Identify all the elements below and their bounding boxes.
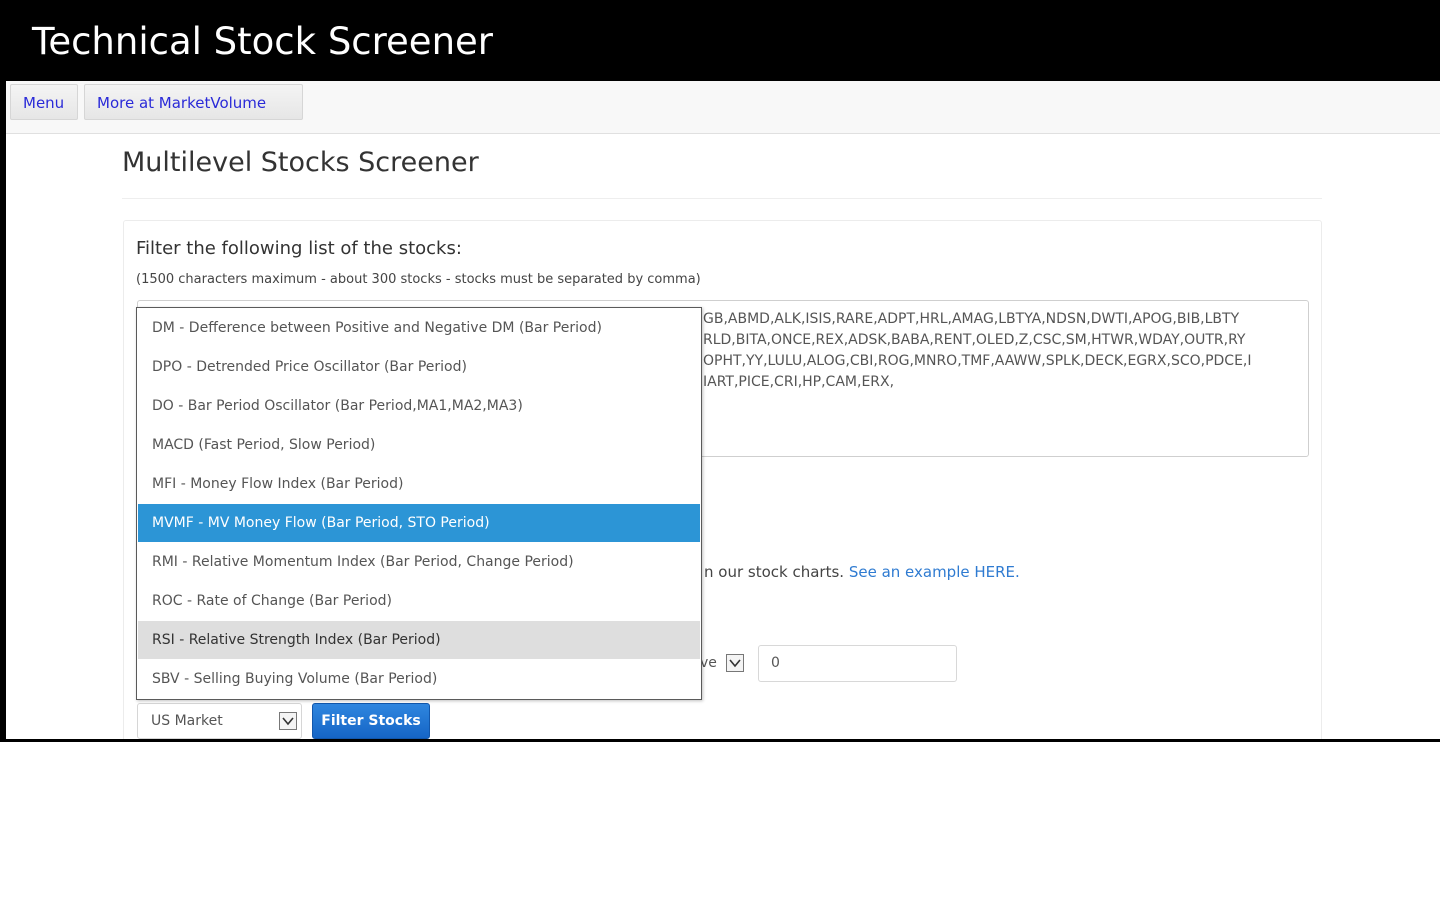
condition-select[interactable]: ve: [700, 646, 746, 682]
chevron-down-icon: [279, 712, 297, 730]
filter-list-label: Filter the following list of the stocks:: [136, 238, 462, 259]
indicator-dropdown-list: DM - Defference between Positive and Neg…: [136, 307, 702, 700]
dropdown-option[interactable]: RMI - Relative Momentum Index (Bar Perio…: [138, 543, 700, 581]
market-select[interactable]: US Market: [137, 703, 302, 739]
chevron-down-icon: [726, 654, 744, 672]
top-navbar: Menu More at MarketVolume: [6, 81, 1440, 134]
dropdown-option[interactable]: MFI - Money Flow Index (Bar Period): [138, 465, 700, 503]
charts-info-label: n our stock charts.: [704, 563, 845, 581]
heading-divider: [122, 198, 1322, 199]
browser-frame: Menu More at MarketVolume Multilevel Sto…: [0, 81, 1440, 742]
dropdown-option[interactable]: RSI - Relative Strength Index (Bar Perio…: [138, 621, 700, 659]
dropdown-option[interactable]: DO - Bar Period Oscillator (Bar Period,M…: [138, 387, 700, 425]
dropdown-option[interactable]: DPO - Detrended Price Oscillator (Bar Pe…: [138, 348, 700, 386]
dropdown-option[interactable]: MVMF - MV Money Flow (Bar Period, STO Pe…: [138, 504, 700, 542]
condition-value-input[interactable]: 0: [758, 645, 957, 682]
example-link[interactable]: See an example HERE.: [849, 563, 1020, 581]
charts-info-text: n our stock charts. See an example HERE.: [704, 563, 1020, 581]
condition-select-text: ve: [700, 655, 717, 671]
filter-stocks-button[interactable]: Filter Stocks: [312, 703, 430, 739]
dropdown-option[interactable]: DM - Defference between Positive and Neg…: [138, 309, 700, 347]
app-title-bar: Technical Stock Screener: [0, 0, 1440, 81]
web-content: Menu More at MarketVolume Multilevel Sto…: [6, 81, 1440, 739]
dropdown-option[interactable]: SBV - Selling Buying Volume (Bar Period): [138, 660, 700, 698]
dropdown-option[interactable]: ROC - Rate of Change (Bar Period): [138, 582, 700, 620]
app-title: Technical Stock Screener: [32, 20, 494, 63]
page-title: Multilevel Stocks Screener: [122, 147, 479, 178]
more-at-marketvolume-link[interactable]: More at MarketVolume: [84, 84, 303, 120]
menu-button[interactable]: Menu: [10, 84, 78, 120]
market-select-value: US Market: [151, 713, 223, 729]
dropdown-option[interactable]: MACD (Fast Period, Slow Period): [138, 426, 700, 464]
filter-list-note: (1500 characters maximum - about 300 sto…: [136, 272, 701, 287]
